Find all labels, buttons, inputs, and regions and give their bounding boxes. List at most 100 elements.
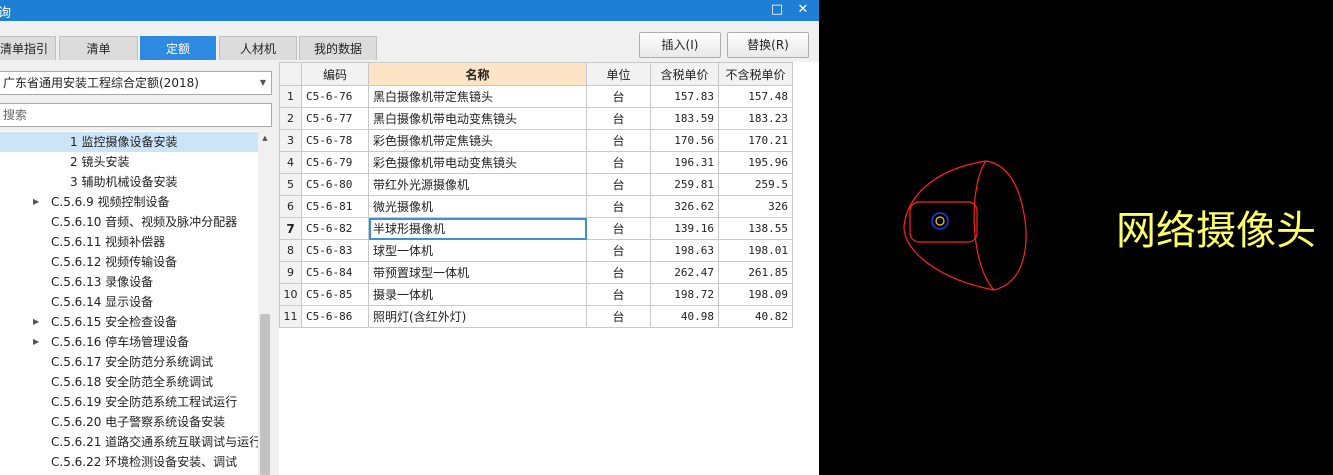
name-cell[interactable]: 黑白摄像机带电动变焦镜头 — [368, 107, 587, 130]
code-cell[interactable]: C5-6-79 — [301, 151, 369, 174]
column-header-name[interactable]: 名称 — [368, 62, 587, 86]
tree-item[interactable]: C.5.6.21 道路交通系统互联调试与运行 — [0, 432, 258, 452]
scrollbar-thumb[interactable] — [260, 314, 270, 475]
price-tax-cell[interactable]: 40.98 — [650, 305, 719, 328]
restore-icon[interactable]: □ — [768, 1, 786, 19]
code-cell[interactable]: C5-6-78 — [301, 129, 369, 152]
insert-button[interactable]: 插入(I) — [639, 32, 721, 58]
name-cell[interactable]: 球型一体机 — [368, 239, 587, 262]
price-notax-cell[interactable]: 198.01 — [718, 239, 793, 262]
tree-item[interactable]: C.5.6.18 安全防范全系统调试 — [0, 372, 258, 392]
price-notax-cell[interactable]: 198.09 — [718, 283, 793, 306]
price-notax-cell[interactable]: 326 — [718, 195, 793, 218]
name-cell[interactable]: 半球形摄像机 — [368, 217, 587, 240]
price-notax-cell[interactable]: 40.82 — [718, 305, 793, 328]
unit-cell[interactable]: 台 — [586, 283, 651, 306]
tree-item[interactable]: 2 镜头安装 — [0, 152, 258, 172]
code-cell[interactable]: C5-6-84 — [301, 261, 369, 284]
tab-bill-guide[interactable]: 清单指引 — [0, 36, 56, 60]
tree-item[interactable]: C.5.6.19 安全防范系统工程试运行 — [0, 392, 258, 412]
code-cell[interactable]: C5-6-76 — [301, 85, 369, 108]
tree-item[interactable]: ▶ C.5.6.15 安全检查设备 — [0, 312, 258, 332]
unit-cell[interactable]: 台 — [586, 217, 651, 240]
name-cell[interactable]: 带预置球型一体机 — [368, 261, 587, 284]
tree-item[interactable]: ▶ C.5.6.16 停车场管理设备 — [0, 332, 258, 352]
price-tax-cell[interactable]: 157.83 — [650, 85, 719, 108]
table-row[interactable]: 1 C5-6-76 黑白摄像机带定焦镜头台 157.83 157.48 — [279, 85, 793, 108]
table-row[interactable]: 10 C5-6-85 摄录一体机台 198.72 198.09 — [279, 283, 793, 306]
table-row[interactable]: 4 C5-6-79 彩色摄像机带电动变焦镜头台 196.31 195.96 — [279, 151, 793, 174]
code-cell[interactable]: C5-6-77 — [301, 107, 369, 130]
name-cell[interactable]: 彩色摄像机带定焦镜头 — [368, 129, 587, 152]
price-tax-cell[interactable]: 326.62 — [650, 195, 719, 218]
tab-my-data[interactable]: 我的数据 — [299, 36, 377, 60]
price-tax-cell[interactable]: 196.31 — [650, 151, 719, 174]
close-icon[interactable]: ✕ — [794, 1, 812, 19]
code-cell[interactable]: C5-6-86 — [301, 305, 369, 328]
price-notax-cell[interactable]: 138.55 — [718, 217, 793, 240]
price-tax-cell[interactable]: 198.72 — [650, 283, 719, 306]
unit-cell[interactable]: 台 — [586, 85, 651, 108]
price-notax-cell[interactable]: 195.96 — [718, 151, 793, 174]
unit-cell[interactable]: 台 — [586, 239, 651, 262]
table-row[interactable]: 7 C5-6-82 半球形摄像机台 139.16 138.55 — [279, 217, 793, 240]
column-header-code[interactable]: 编码 — [301, 62, 369, 86]
replace-button[interactable]: 替换(R) — [727, 32, 809, 58]
tree-item[interactable]: C.5.6.11 视频补偿器 — [0, 232, 258, 252]
code-cell[interactable]: C5-6-82 — [301, 217, 369, 240]
table-row[interactable]: 9 C5-6-84 带预置球型一体机台 262.47 261.85 — [279, 261, 793, 284]
unit-cell[interactable]: 台 — [586, 129, 651, 152]
expand-arrow-icon[interactable]: ▶ — [33, 312, 39, 332]
table-row[interactable]: 8 C5-6-83 球型一体机台 198.63 198.01 — [279, 239, 793, 262]
price-notax-cell[interactable]: 157.48 — [718, 85, 793, 108]
price-tax-cell[interactable]: 262.47 — [650, 261, 719, 284]
code-cell[interactable]: C5-6-80 — [301, 173, 369, 196]
tree-item[interactable]: C.5.6.20 电子警察系统设备安装 — [0, 412, 258, 432]
unit-cell[interactable]: 台 — [586, 195, 651, 218]
expand-arrow-icon[interactable]: ▶ — [33, 332, 39, 352]
name-cell[interactable]: 黑白摄像机带定焦镜头 — [368, 85, 587, 108]
name-cell[interactable]: 摄录一体机 — [368, 283, 587, 306]
price-notax-cell[interactable]: 261.85 — [718, 261, 793, 284]
table-row[interactable]: 11 C5-6-86 照明灯(含红外灯) 台 40.98 40.82 — [279, 305, 793, 328]
unit-cell[interactable]: 台 — [586, 305, 651, 328]
expand-arrow-icon[interactable]: ▶ — [33, 192, 39, 212]
tree-item[interactable]: C.5.6.17 安全防范分系统调试 — [0, 352, 258, 372]
name-cell[interactable]: 带红外光源摄像机 — [368, 173, 587, 196]
table-row[interactable]: 2 C5-6-77 黑白摄像机带电动变焦镜头台 183.59 183.23 — [279, 107, 793, 130]
name-cell[interactable]: 微光摄像机 — [368, 195, 587, 218]
unit-cell[interactable]: 台 — [586, 107, 651, 130]
title-bar[interactable]: 询 □ ✕ — [0, 0, 819, 21]
name-cell[interactable]: 彩色摄像机带电动变焦镜头 — [368, 151, 587, 174]
tree-item[interactable]: ▶ C.5.6.9 视频控制设备 — [0, 192, 258, 212]
library-select[interactable]: 广东省通用安装工程综合定额(2018) ▼ — [0, 71, 272, 95]
name-cell[interactable]: 照明灯(含红外灯) — [368, 305, 587, 328]
price-tax-cell[interactable]: 259.81 — [650, 173, 719, 196]
code-cell[interactable]: C5-6-83 — [301, 239, 369, 262]
unit-cell[interactable]: 台 — [586, 151, 651, 174]
tree-item[interactable]: C.5.6.10 音频、视频及脉冲分配器 — [0, 212, 258, 232]
tab-quota[interactable]: 定额 — [140, 36, 216, 60]
price-notax-cell[interactable]: 259.5 — [718, 173, 793, 196]
unit-cell[interactable]: 台 — [586, 261, 651, 284]
tree-item[interactable]: 1 监控摄像设备安装 — [0, 132, 258, 152]
table-row[interactable]: 5 C5-6-80 带红外光源摄像机台 259.81 259.5 — [279, 173, 793, 196]
price-tax-cell[interactable]: 183.59 — [650, 107, 719, 130]
column-header-price-notax[interactable]: 不含税单价 — [718, 62, 793, 86]
code-cell[interactable]: C5-6-85 — [301, 283, 369, 306]
tab-bill[interactable]: 清单 — [59, 36, 138, 60]
unit-cell[interactable]: 台 — [586, 173, 651, 196]
price-tax-cell[interactable]: 170.56 — [650, 129, 719, 152]
table-row[interactable]: 3 C5-6-78 彩色摄像机带定焦镜头台 170.56 170.21 — [279, 129, 793, 152]
tree-item[interactable]: C.5.6.12 视频传输设备 — [0, 252, 258, 272]
price-tax-cell[interactable]: 139.16 — [650, 217, 719, 240]
code-cell[interactable]: C5-6-81 — [301, 195, 369, 218]
tree-item[interactable]: 3 辅助机械设备安装 — [0, 172, 258, 192]
scroll-up-icon[interactable]: ▲ — [258, 131, 272, 145]
cad-canvas[interactable]: 网络摄像头 — [819, 0, 1333, 475]
price-notax-cell[interactable]: 170.21 — [718, 129, 793, 152]
price-notax-cell[interactable]: 183.23 — [718, 107, 793, 130]
table-row[interactable]: 6 C5-6-81 微光摄像机台 326.62 326 — [279, 195, 793, 218]
tab-labor-material-machine[interactable]: 人材机 — [219, 36, 297, 60]
tree-item[interactable]: C.5.6.14 显示设备 — [0, 292, 258, 312]
